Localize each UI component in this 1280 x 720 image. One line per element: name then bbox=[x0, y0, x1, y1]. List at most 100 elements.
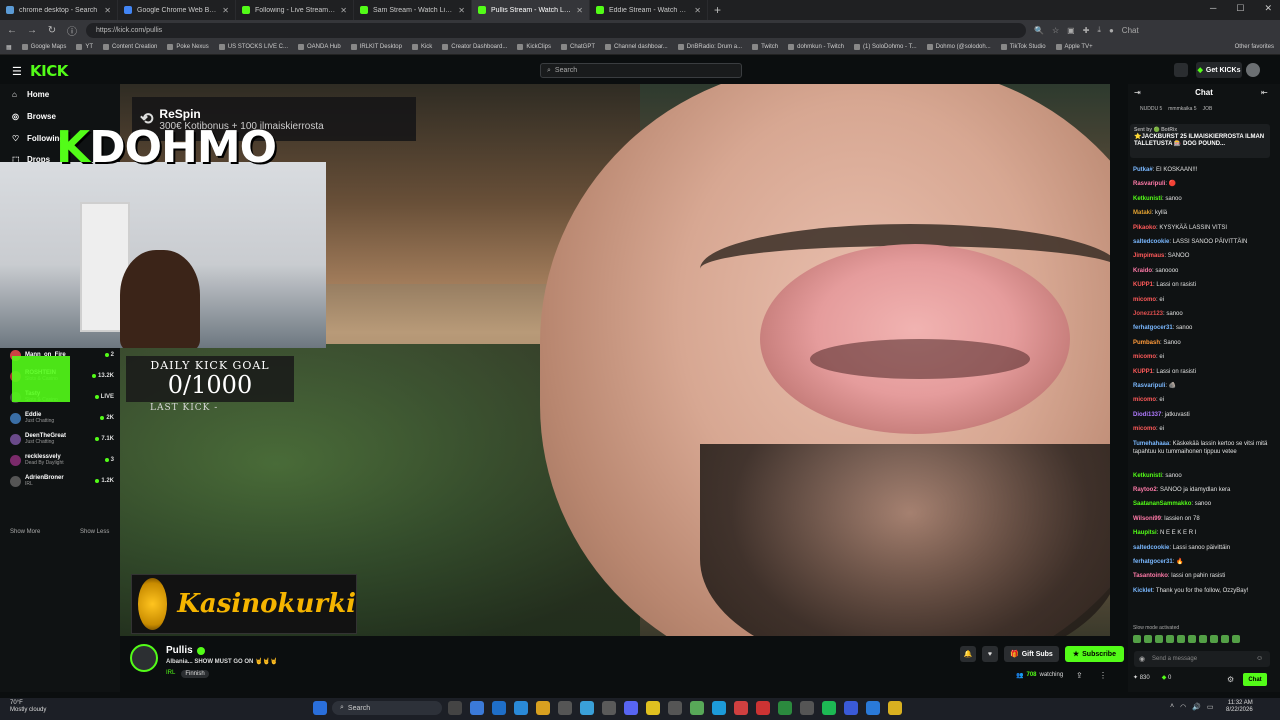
taskbar-app-icon[interactable] bbox=[492, 701, 506, 715]
subscribe-button[interactable]: ★ Subscribe bbox=[1064, 646, 1124, 662]
chat-username[interactable]: Raytoo2 bbox=[1133, 487, 1157, 493]
taskbar-app-icon[interactable] bbox=[514, 701, 528, 715]
tab-close-icon[interactable]: ✕ bbox=[222, 6, 229, 15]
taskbar-app-icon[interactable] bbox=[866, 701, 880, 715]
browser-tab[interactable]: Pullis Stream - Watch Live on ✕ bbox=[472, 0, 590, 20]
bookmark-item[interactable]: YT bbox=[76, 44, 93, 50]
zoom-icon[interactable]: 🔍 bbox=[1034, 26, 1044, 35]
taskbar-app-icon[interactable] bbox=[756, 701, 770, 715]
download-icon[interactable]: ⤓ bbox=[1097, 25, 1101, 35]
chat-username[interactable]: saltedcookie bbox=[1133, 239, 1169, 245]
chat-username[interactable]: micomo bbox=[1133, 297, 1156, 303]
sidebar-channel[interactable]: recklessvely Dead By Daylight 3 bbox=[10, 450, 114, 470]
chat-input[interactable]: Send a message bbox=[1134, 651, 1270, 667]
emoji-icon[interactable]: ☺ bbox=[1256, 655, 1263, 662]
browser-tab[interactable]: Eddie Stream - Watch Live on Kick ✕ bbox=[590, 0, 708, 20]
taskbar-app-icon[interactable] bbox=[580, 701, 594, 715]
bookmark-item[interactable]: IRLKIT Desktop bbox=[350, 44, 402, 50]
sidebar-channel[interactable]: DeenTheGreat Just Chatting 7.1K bbox=[10, 429, 114, 449]
bookmark-item[interactable]: Channel dashboar... bbox=[605, 44, 668, 50]
kick-logo[interactable]: KICK bbox=[30, 62, 68, 80]
taskbar-app-icon[interactable] bbox=[800, 701, 814, 715]
emote-icon[interactable] bbox=[1232, 635, 1240, 643]
chat-username[interactable]: Pikaoko bbox=[1133, 225, 1156, 231]
chat-username[interactable]: SaatananSammakko bbox=[1133, 501, 1191, 507]
taskbar-clock[interactable]: 11:32 AM 8/22/2026 bbox=[1226, 700, 1253, 714]
taskbar-app-icon[interactable] bbox=[470, 701, 484, 715]
bookmark-item[interactable]: Twitch bbox=[752, 44, 778, 50]
bookmark-item[interactable]: DnBRadio: Drum a... bbox=[677, 44, 742, 50]
menu-icon[interactable]: ☰ bbox=[12, 65, 22, 78]
battery-icon[interactable]: ▭ bbox=[1207, 703, 1214, 711]
taskbar-app-icon[interactable] bbox=[690, 701, 704, 715]
taskbar-app-icon[interactable] bbox=[646, 701, 660, 715]
chat-username[interactable]: Diodi1337 bbox=[1133, 412, 1161, 418]
emote-icon[interactable] bbox=[1144, 635, 1152, 643]
channel-avatar[interactable] bbox=[130, 644, 158, 672]
url-field[interactable]: https://kick.com/pullis bbox=[86, 22, 1026, 38]
bookmark-item[interactable]: Poke Nexus bbox=[167, 44, 209, 50]
chat-label[interactable]: Chat bbox=[1122, 26, 1139, 35]
taskbar-app-icon[interactable] bbox=[888, 701, 902, 715]
emote-icon[interactable] bbox=[1210, 635, 1218, 643]
chat-username[interactable]: Kraido bbox=[1133, 268, 1152, 274]
emote-icon[interactable] bbox=[1188, 635, 1196, 643]
taskbar-app-icon[interactable] bbox=[822, 701, 836, 715]
volume-icon[interactable]: 🔊 bbox=[1192, 703, 1201, 711]
tab-close-icon[interactable]: ✕ bbox=[104, 6, 111, 15]
bookmark-item[interactable]: US STOCKS LIVE C... bbox=[218, 44, 288, 50]
sidebar-channel[interactable]: AdrienBroner IRL 1.2K bbox=[10, 471, 114, 491]
taskbar-app-icon[interactable] bbox=[734, 701, 748, 715]
chat-username[interactable]: micomo bbox=[1133, 397, 1156, 403]
top-kicker[interactable]: JOB bbox=[1203, 106, 1213, 118]
tab-close-icon[interactable]: ✕ bbox=[458, 6, 465, 15]
show-more-link[interactable]: Show More bbox=[10, 529, 40, 535]
share-icon[interactable]: ⇪ bbox=[1076, 671, 1083, 680]
taskbar-app-icon[interactable] bbox=[668, 701, 682, 715]
taskbar-app-icon[interactable] bbox=[536, 701, 550, 715]
send-chat-button[interactable]: Chat bbox=[1243, 673, 1267, 686]
bookmark-item[interactable]: Content Creation bbox=[103, 44, 157, 50]
bookmark-item[interactable]: Creator Dashboard... bbox=[442, 44, 507, 50]
maximize-icon[interactable]: ☐ bbox=[1236, 3, 1244, 14]
points-display[interactable]: ✦ 830 bbox=[1133, 674, 1150, 681]
windows-start-icon[interactable] bbox=[313, 701, 327, 715]
weather-widget[interactable]: 70°F Mostly cloudy bbox=[10, 700, 46, 714]
tab-close-icon[interactable]: ✕ bbox=[694, 6, 701, 15]
sidebar-item-home[interactable]: ⌂ Home bbox=[12, 90, 49, 99]
bookmark-item[interactable]: Apple TV+ bbox=[1055, 44, 1093, 50]
browser-tab[interactable]: Google Chrome Web Browser: Fir ✕ bbox=[118, 0, 236, 20]
bookmark-item[interactable]: TikTok Studio bbox=[1000, 44, 1046, 50]
taskbar-app-icon[interactable] bbox=[778, 701, 792, 715]
chat-username[interactable]: Wilsoni99 bbox=[1133, 516, 1161, 522]
chat-username[interactable]: ferhatgocer31 bbox=[1133, 325, 1173, 331]
chat-settings-icon[interactable]: ⇤ bbox=[1261, 88, 1268, 97]
taskbar-app-icon[interactable] bbox=[448, 701, 462, 715]
chat-username[interactable]: ferhatgocer31 bbox=[1133, 559, 1173, 565]
chat-username[interactable]: Rasvaripuli bbox=[1133, 181, 1165, 187]
puzzle-icon[interactable]: ✚ bbox=[1083, 26, 1090, 35]
taskbar-app-icon[interactable] bbox=[624, 701, 638, 715]
category-link[interactable]: IRL bbox=[166, 670, 175, 678]
tab-close-icon[interactable]: ✕ bbox=[576, 6, 583, 15]
notifications-icon[interactable] bbox=[1174, 63, 1188, 77]
emote-icon[interactable] bbox=[1177, 635, 1185, 643]
channel-name[interactable]: Pullis bbox=[166, 645, 205, 656]
chat-username[interactable]: Putka# bbox=[1133, 167, 1153, 173]
taskbar-app-icon[interactable] bbox=[844, 701, 858, 715]
chat-username[interactable]: Mataki bbox=[1133, 210, 1152, 216]
chat-user-icon[interactable]: ◉ bbox=[1139, 655, 1145, 663]
chat-username[interactable]: Pumbash bbox=[1133, 340, 1160, 346]
chevron-up-icon[interactable]: ˄ bbox=[1170, 703, 1174, 711]
chat-username[interactable]: Jonezz123 bbox=[1133, 311, 1163, 317]
bookmark-item[interactable]: Google Maps bbox=[21, 44, 66, 50]
other-favorites[interactable]: Other favorites bbox=[1235, 44, 1280, 50]
chat-username[interactable]: Ketkunisti bbox=[1133, 196, 1162, 202]
tab-close-icon[interactable]: ✕ bbox=[340, 6, 347, 15]
browser-tab[interactable]: chrome desktop - Search ✕ bbox=[0, 0, 118, 20]
taskbar-app-icon[interactable] bbox=[558, 701, 572, 715]
chat-username[interactable]: saltedcookie bbox=[1133, 545, 1169, 551]
emote-icon[interactable] bbox=[1221, 635, 1229, 643]
site-info-icon[interactable]: ⓘ bbox=[66, 23, 78, 38]
forward-icon[interactable]: → bbox=[26, 25, 38, 36]
